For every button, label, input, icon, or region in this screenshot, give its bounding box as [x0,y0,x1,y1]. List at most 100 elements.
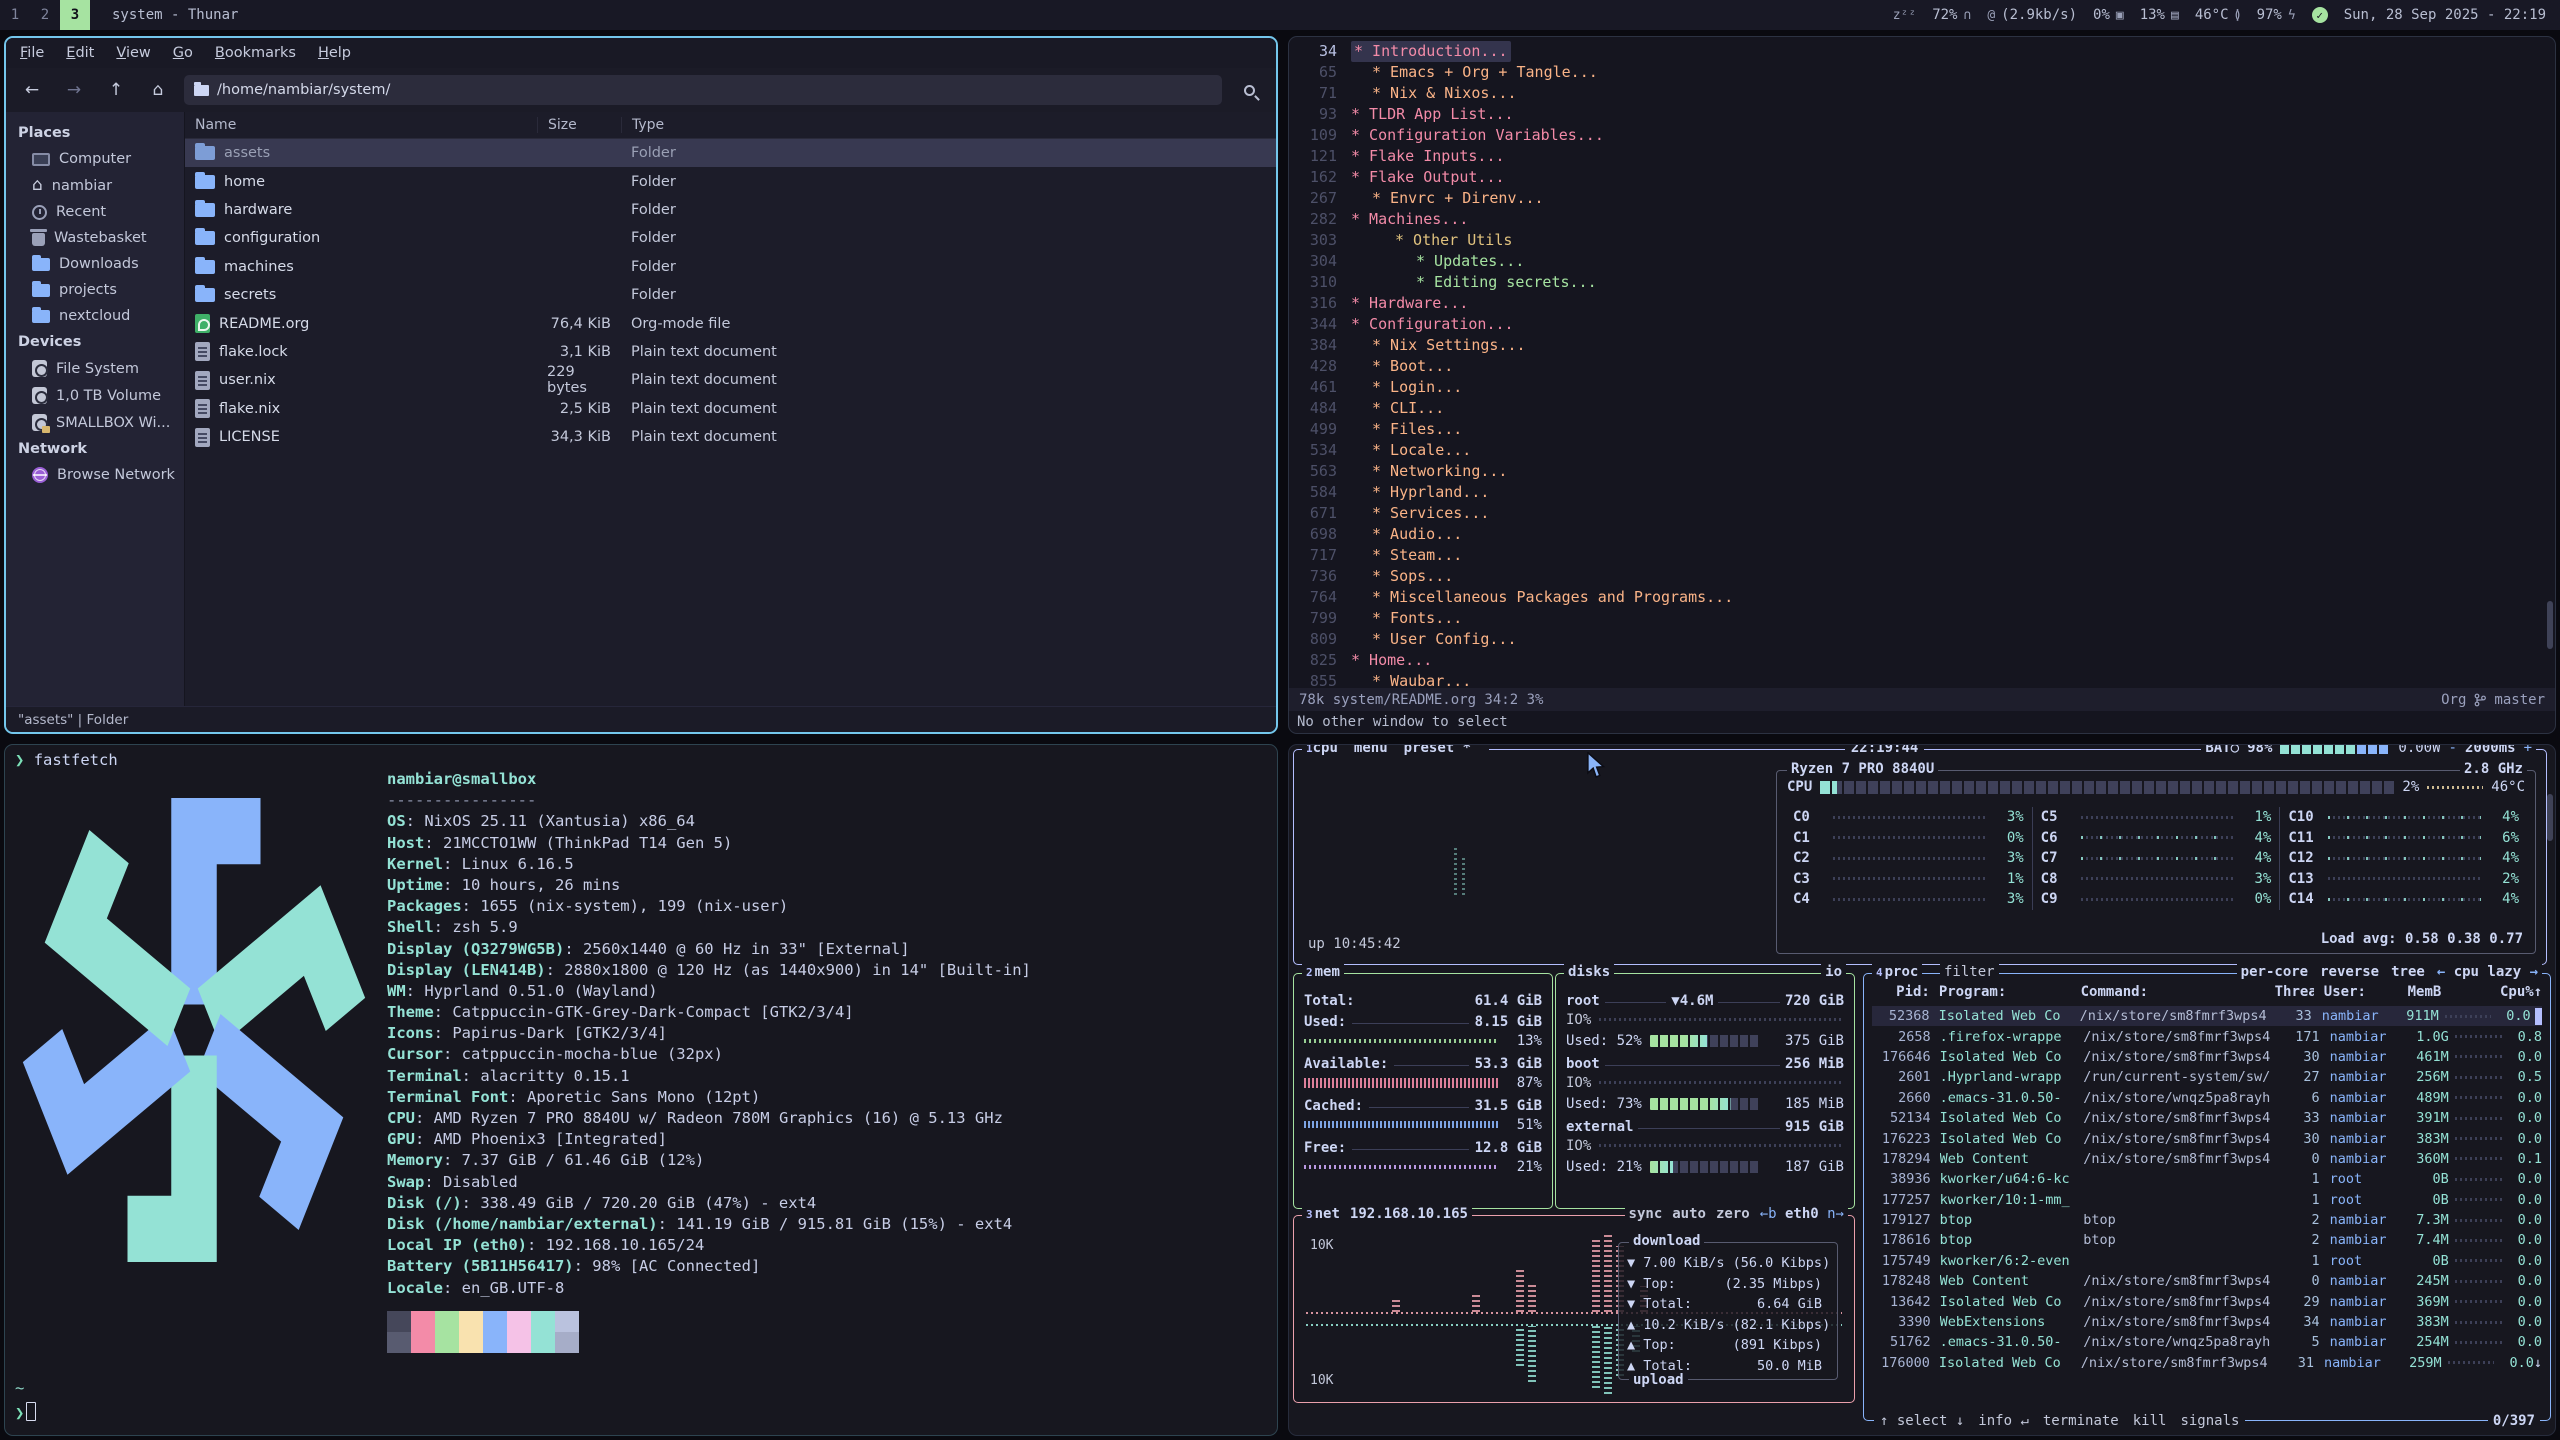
process-row-178616[interactable]: 178616btopbtop2nambiar7.4M0.0 [1872,1230,2542,1250]
net-box-title[interactable]: 3net192.168.10.165 [1302,1206,1472,1222]
sidebar-item-file-system[interactable]: File System [6,355,184,382]
menu-item-file[interactable]: File [20,45,44,61]
column-header-size[interactable]: Size [537,117,621,133]
sort-prev-button[interactable]: ← [2437,964,2454,980]
proc-header-command[interactable]: Command: [2081,984,2275,1000]
back-button[interactable]: ← [16,75,48,105]
io-tab[interactable]: io [1821,964,1846,980]
menu-item-help[interactable]: Help [318,45,351,61]
proc-footer-select[interactable]: ↑ select ↓ [1880,1413,1964,1429]
org-heading-line[interactable]: 764* Miscellaneous Packages and Programs… [1289,587,2555,608]
net-button-sync[interactable]: sync [1629,1206,1663,1222]
net-interface-switcher[interactable]: ←b eth0 n→ [1760,1206,1844,1222]
sidebar-item-downloads[interactable]: Downloads [6,251,184,277]
org-heading-line[interactable]: 563* Networking... [1289,461,2555,482]
org-heading-line[interactable]: 855* Waubar... [1289,671,2555,688]
org-heading-line[interactable]: 267* Envrc + Direnv... [1289,188,2555,209]
home-button[interactable]: ⌂ [142,75,174,105]
proc-control-per-core[interactable]: per-core [2241,964,2308,980]
org-heading-line[interactable]: 34* Introduction... [1289,41,2555,62]
menu-item-go[interactable]: Go [173,45,193,61]
file-row-flake-nix[interactable]: flake.nix2,5 KiBPlain text document [185,395,1276,423]
mem-box-title[interactable]: 2mem [1302,964,1344,980]
proc-header-program[interactable]: Program: [1939,984,2081,1000]
org-heading-line[interactable]: 71* Nix & Nixos... [1289,83,2555,104]
process-row-177257[interactable]: 177257kworker/10:1-mm_1root0B0.0 [1872,1190,2542,1210]
interval-plus-button[interactable]: + [2524,744,2532,756]
org-heading-line[interactable]: 282* Machines... [1289,209,2555,230]
proc-footer-kill[interactable]: kill [2133,1413,2167,1429]
process-row-2601[interactable]: 2601.Hyprland-wrapp/run/current-system/s… [1872,1067,2542,1087]
status-module-clock[interactable]: Sun, 28 Sep 2025 - 22:19 [2344,7,2546,23]
process-row-38936[interactable]: 38936kworker/u64:6-kc1root0B0.0 [1872,1169,2542,1189]
org-heading-line[interactable]: 671* Services... [1289,503,2555,524]
btop-tab-preset[interactable]: preset * [1404,744,1471,756]
file-row-user-nix[interactable]: user.nix229 bytesPlain text document [185,366,1276,394]
sidebar-item-nambiar[interactable]: ⌂nambiar [6,172,184,199]
process-row-176223[interactable]: 176223Isolated Web Co/nix/store/sm8fmrf3… [1872,1128,2542,1148]
file-row-secrets[interactable]: secretsFolder [185,281,1276,309]
scrollbar-thumb[interactable] [2547,601,2553,649]
btop-tab-menu[interactable]: menu [1354,744,1388,756]
status-module-idle[interactable]: zᶻᶻ [1893,8,1916,23]
org-heading-line[interactable]: 304* Updates... [1289,251,2555,272]
org-heading-line[interactable]: 316* Hardware... [1289,293,2555,314]
status-module-cpu[interactable]: 0%▣ [2093,7,2124,23]
interval-minus-button[interactable]: - [2449,744,2457,756]
org-heading-line[interactable]: 809* User Config... [1289,629,2555,650]
status-module-network[interactable]: @(2.9kb/s) [1987,7,2077,23]
process-row-52134[interactable]: 52134Isolated Web Co/nix/store/sm8fmrf3w… [1872,1108,2542,1128]
status-module-volume[interactable]: 72%∩ [1932,7,1971,23]
file-row-assets[interactable]: assetsFolder [185,139,1276,167]
net-button-zero[interactable]: zero [1716,1206,1750,1222]
process-row-178294[interactable]: 178294Web Content/nix/store/sm8fmrf3wps4… [1872,1149,2542,1169]
org-heading-line[interactable]: 484* CLI... [1289,398,2555,419]
process-row-52368[interactable]: 52368Isolated Web Co/nix/store/sm8fmrf3w… [1872,1006,2542,1026]
process-row-178248[interactable]: 178248Web Content/nix/store/sm8fmrf3wps4… [1872,1271,2542,1291]
sidebar-item-computer[interactable]: Computer [6,146,184,172]
process-row-175749[interactable]: 175749kworker/6:2-even1root0B0.0 [1872,1251,2542,1271]
disks-box-title[interactable]: disks [1564,964,1614,980]
org-heading-line[interactable]: 799* Fonts... [1289,608,2555,629]
iface-next-button[interactable]: n→ [1819,1206,1844,1222]
sidebar-item-recent[interactable]: Recent [6,199,184,225]
file-row-machines[interactable]: machinesFolder [185,253,1276,281]
proc-header-pid[interactable]: Pid: [1872,984,1930,1000]
file-row-license[interactable]: LICENSE34,3 KiBPlain text document [185,423,1276,451]
net-button-auto[interactable]: auto [1672,1206,1706,1222]
org-heading-line[interactable]: 303* Other Utils [1289,230,2555,251]
org-heading-line[interactable]: 93* TLDR App List... [1289,104,2555,125]
workspace-button-1[interactable]: 1 [0,0,30,30]
org-heading-line[interactable]: 344* Configuration... [1289,314,2555,335]
proc-header-memb[interactable]: MemB [2395,984,2442,1000]
proc-control-reverse[interactable]: reverse [2320,964,2379,980]
process-row-176000[interactable]: 176000Isolated Web Co/nix/store/sm8fmrf3… [1872,1353,2542,1373]
menu-item-bookmarks[interactable]: Bookmarks [215,45,296,61]
path-bar[interactable]: /home/nambiar/system/ [184,75,1222,105]
filter-button[interactable]: filter [1940,964,1999,980]
process-row-176646[interactable]: 176646Isolated Web Co/nix/store/sm8fmrf3… [1872,1047,2542,1067]
org-heading-line[interactable]: 384* Nix Settings... [1289,335,2555,356]
iface-prev-button[interactable]: ←b [1760,1206,1785,1222]
org-heading-line[interactable]: 499* Files... [1289,419,2555,440]
status-module-memory[interactable]: 13%▤ [2140,7,2179,23]
proc-footer-info[interactable]: info ↵ [1978,1413,2029,1429]
file-row-configuration[interactable]: configurationFolder [185,224,1276,252]
sidebar-item-browse-network[interactable]: Browse Network [6,462,184,488]
sidebar-item-1-0-tb-volume[interactable]: 1,0 TB Volume [6,382,184,409]
sidebar-item-nextcloud[interactable]: nextcloud [6,303,184,329]
process-row-13642[interactable]: 13642Isolated Web Co/nix/store/sm8fmrf3w… [1872,1291,2542,1311]
sidebar-item-projects[interactable]: projects [6,277,184,303]
column-header-type[interactable]: Type [621,117,1276,133]
menu-item-view[interactable]: View [116,45,150,61]
org-heading-line[interactable]: 534* Locale... [1289,440,2555,461]
btop-tab-cpu[interactable]: 1cpu [1306,744,1338,756]
org-heading-line[interactable]: 461* Login... [1289,377,2555,398]
forward-button[interactable]: → [58,75,90,105]
org-heading-line[interactable]: 584* Hyprland... [1289,482,2555,503]
file-row-home[interactable]: homeFolder [185,167,1276,195]
proc-box-title[interactable]: 4proc [1872,964,1922,980]
status-module-battery[interactable]: 97%ϟ [2257,7,2296,23]
org-heading-line[interactable]: 65* Emacs + Org + Tangle... [1289,62,2555,83]
proc-control-tree[interactable]: tree [2391,964,2425,980]
